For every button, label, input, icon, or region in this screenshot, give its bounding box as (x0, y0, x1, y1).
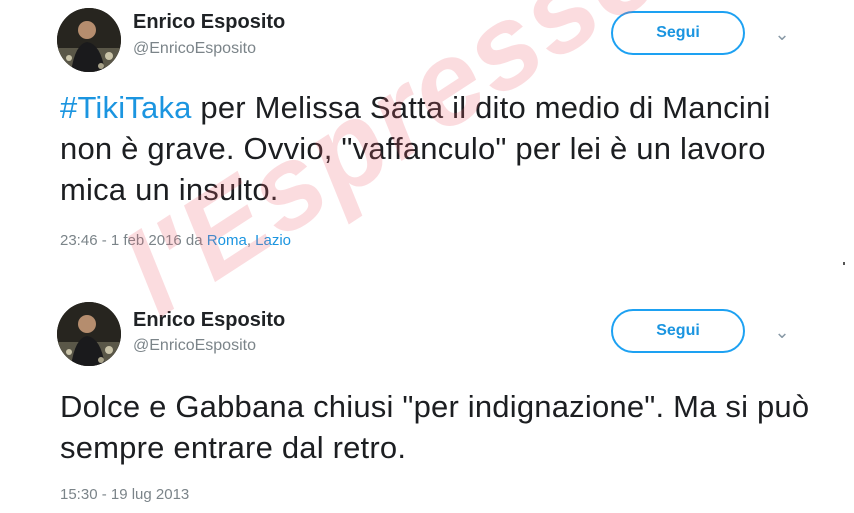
avatar[interactable] (57, 302, 121, 366)
follow-button[interactable]: Segui (611, 309, 745, 353)
timestamp-text[interactable]: 23:46 - 1 feb 2016 da (60, 232, 207, 249)
edge-marker (843, 262, 845, 265)
avatar-image (57, 302, 121, 366)
display-name[interactable]: Enrico Esposito (133, 309, 285, 332)
hashtag-link[interactable]: #TikiTaka (60, 90, 192, 125)
username-handle[interactable]: @EnricoEsposito (133, 337, 256, 355)
tweet-body: Dolce e Gabbana chiusi "per indignazione… (60, 389, 810, 465)
follow-button[interactable]: Segui (611, 11, 745, 55)
location-separator: , (246, 232, 256, 249)
username-handle[interactable]: @EnricoEsposito (133, 40, 256, 58)
avatar-image (57, 8, 121, 72)
location-city-link[interactable]: Roma (207, 232, 247, 249)
tweet-text: Dolce e Gabbana chiusi "per indignazione… (60, 386, 820, 468)
avatar[interactable] (57, 8, 121, 72)
display-name[interactable]: Enrico Esposito (133, 11, 285, 34)
location-region-link[interactable]: Lazio (255, 232, 291, 249)
tweet-timestamp: 23:46 - 1 feb 2016 da Roma, Lazio (60, 232, 291, 249)
timestamp-text[interactable]: 15:30 - 19 lug 2013 (60, 486, 189, 503)
tweet-text: #TikiTaka per Melissa Satta il dito medi… (60, 87, 820, 210)
chevron-down-icon[interactable]: ⌄ (772, 24, 792, 44)
tweet-timestamp: 15:30 - 19 lug 2013 (60, 486, 189, 503)
chevron-down-icon[interactable]: ⌄ (772, 322, 792, 342)
